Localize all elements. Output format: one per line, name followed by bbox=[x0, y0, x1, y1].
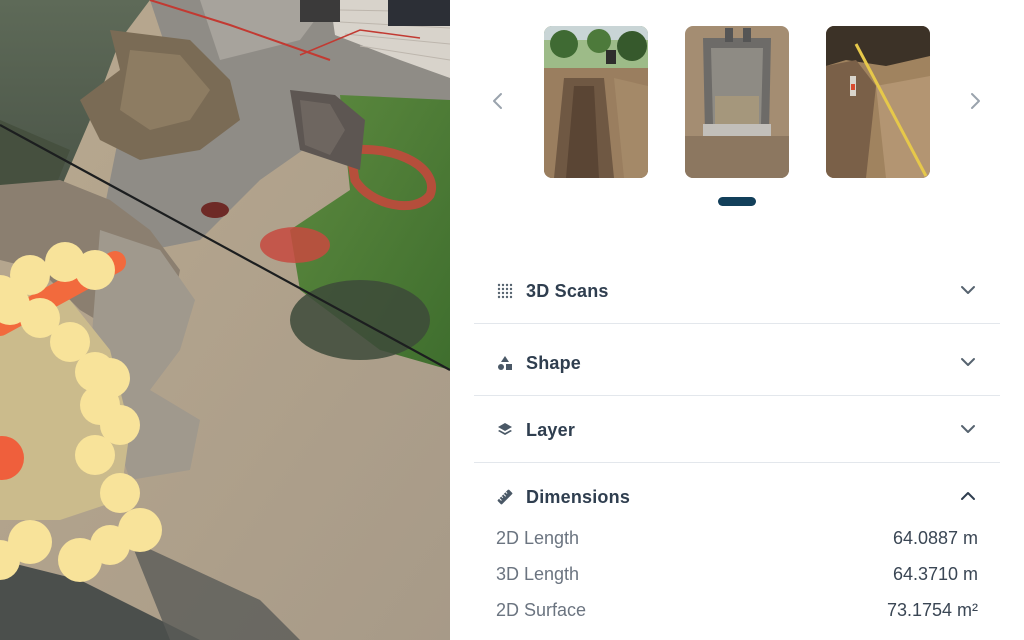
section-title: Dimensions bbox=[526, 486, 631, 507]
dimension-label: 2D Length bbox=[496, 528, 580, 548]
carousel-indicator[interactable] bbox=[718, 197, 756, 206]
excavator-bucket-photo-icon bbox=[685, 26, 789, 178]
chevron-right-icon[interactable] bbox=[962, 88, 988, 114]
section-title: Shape bbox=[526, 352, 582, 373]
photo-thumbnail-measure[interactable] bbox=[826, 26, 930, 178]
chevron-up-icon[interactable] bbox=[958, 486, 978, 506]
shapes-icon bbox=[496, 354, 514, 372]
chevron-left-icon[interactable] bbox=[485, 88, 511, 114]
trench-photo-icon bbox=[544, 26, 648, 178]
dimension-value: 73.1754 m² bbox=[886, 600, 978, 620]
trench-with-tape-measure-photo-icon bbox=[826, 26, 930, 178]
layers-icon bbox=[496, 421, 514, 439]
section-3d-scans[interactable]: 3D Scans bbox=[474, 258, 1000, 324]
dimension-row-2d-length: 2D Length 64.0887 m bbox=[496, 528, 978, 552]
3d-scan-viewport[interactable] bbox=[0, 0, 450, 640]
dimension-value: 64.3710 m bbox=[892, 564, 978, 584]
section-shape[interactable]: Shape bbox=[474, 330, 1000, 396]
dimension-label: 3D Length bbox=[496, 564, 580, 584]
photo-thumbnail-bucket[interactable] bbox=[685, 26, 789, 178]
dimension-row-3d-length: 3D Length 64.3710 m bbox=[496, 564, 978, 588]
section-title: Layer bbox=[526, 419, 576, 440]
details-panel: 3D Scans Shape Layer Dimensions 2D Lengt… bbox=[450, 0, 1024, 640]
scan-render[interactable] bbox=[0, 0, 450, 640]
dimension-label: 2D Surface bbox=[496, 600, 587, 620]
section-dimensions[interactable]: Dimensions 2D Length 64.0887 m 3D Length… bbox=[474, 464, 1000, 640]
photo-carousel bbox=[450, 0, 1024, 230]
photo-thumbnail-trench[interactable] bbox=[544, 26, 648, 178]
section-layer[interactable]: Layer bbox=[474, 397, 1000, 463]
section-title: 3D Scans bbox=[526, 280, 609, 301]
chevron-down-icon[interactable] bbox=[958, 419, 978, 439]
chevron-down-icon[interactable] bbox=[958, 352, 978, 372]
grid-dots-icon bbox=[496, 282, 514, 300]
ruler-icon bbox=[496, 488, 514, 506]
dimension-row-2d-surface: 2D Surface 73.1754 m² bbox=[496, 600, 978, 624]
dimension-value: 64.0887 m bbox=[892, 528, 978, 548]
chevron-down-icon[interactable] bbox=[958, 280, 978, 300]
